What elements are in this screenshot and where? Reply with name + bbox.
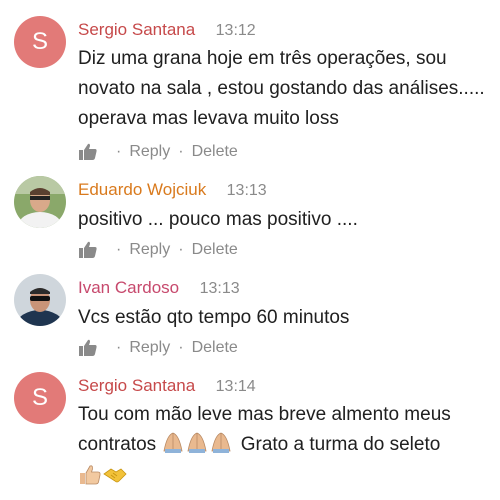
handshake-emoji <box>102 464 128 496</box>
author-name[interactable]: Ivan Cardoso <box>78 278 179 297</box>
timestamp: 13:12 <box>215 22 256 39</box>
reply-button[interactable]: Reply <box>129 336 170 360</box>
separator-dot: · <box>116 339 122 356</box>
comment-text: Diz uma grana hoje em três operações, so… <box>78 48 485 129</box>
comment-header: Eduardo Wojciuk 13:13 <box>78 178 267 202</box>
comment-actions: · Reply · Delete <box>78 238 238 262</box>
avatar[interactable]: S <box>14 16 66 68</box>
comment-text: Vcs estão qto tempo 60 minutos <box>78 307 350 328</box>
comment-actions: · Reply · Delete <box>78 140 238 164</box>
comment-actions: · Reply · Delete <box>78 336 238 360</box>
comment-text: positivo ... pouco mas positivo .... <box>78 209 358 230</box>
thumbs-up-icon[interactable] <box>78 240 98 260</box>
thumbs-up-emoji <box>78 464 102 496</box>
comment-header: Sergio Santana 13:12 <box>78 18 256 42</box>
delete-button[interactable]: Delete <box>192 140 238 164</box>
praying-hands-emoji <box>161 431 235 463</box>
avatar[interactable]: S <box>14 372 66 424</box>
timestamp: 13:14 <box>215 378 256 395</box>
reply-button[interactable]: Reply <box>129 238 170 262</box>
separator-dot: · <box>116 143 122 160</box>
comment-text-part: Grato a turma do seleto <box>235 434 441 455</box>
author-name[interactable]: Sergio Santana <box>78 20 195 39</box>
comment-text: Tou com mão leve mas breve almento meus … <box>78 400 493 496</box>
delete-button[interactable]: Delete <box>192 238 238 262</box>
reply-button[interactable]: Reply <box>129 140 170 164</box>
separator-dot: · <box>116 241 122 258</box>
timestamp: 13:13 <box>199 280 240 297</box>
avatar[interactable] <box>14 274 66 326</box>
author-name[interactable]: Sergio Santana <box>78 376 195 395</box>
separator-dot: · <box>178 143 184 160</box>
separator-dot: · <box>178 339 184 356</box>
comment-feed: S Sergio Santana 13:12 Diz uma grana hoj… <box>0 0 500 500</box>
comment-header: Ivan Cardoso 13:13 <box>78 276 240 300</box>
comment-header: Sergio Santana 13:14 <box>78 374 256 398</box>
thumbs-up-icon[interactable] <box>78 142 98 162</box>
avatar[interactable] <box>14 176 66 228</box>
avatar-letter: S <box>31 384 48 411</box>
separator-dot: · <box>178 241 184 258</box>
thumbs-up-icon[interactable] <box>78 338 98 358</box>
delete-button[interactable]: Delete <box>192 336 238 360</box>
author-name[interactable]: Eduardo Wojciuk <box>78 180 206 199</box>
avatar-letter: S <box>31 28 48 55</box>
timestamp: 13:13 <box>226 182 267 199</box>
